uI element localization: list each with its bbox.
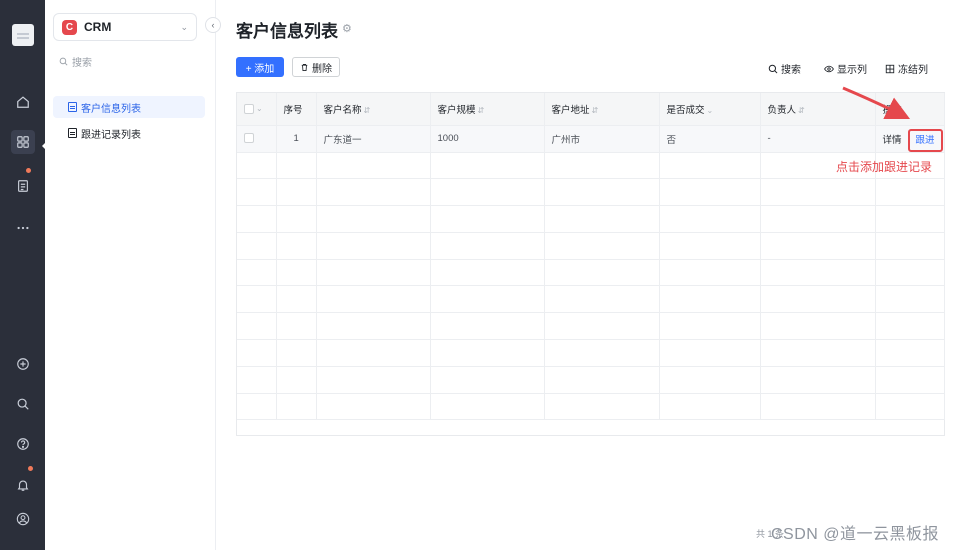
delete-button[interactable]: 删除 <box>292 57 340 77</box>
workspace-logo[interactable] <box>12 24 34 46</box>
sort-icon[interactable]: ⇵ <box>592 106 599 115</box>
column-header-actions: 操作 <box>875 93 945 126</box>
customer-table: ⌄ 序号 客户名称 ⇵ 客户规模 ⇵ 客户地址 ⇵ 是否成交 ⌄ 负责人 ⇵ 操作 1 广… <box>236 92 945 436</box>
cell-deal: 否 <box>659 125 761 153</box>
table-row <box>237 339 945 367</box>
chevron-down-icon: ⌄ <box>180 21 188 32</box>
select-all-header[interactable]: ⌄ <box>237 93 277 126</box>
search-icon <box>59 57 68 66</box>
select-all-checkbox[interactable] <box>244 103 254 114</box>
table-row <box>237 366 945 394</box>
table-row <box>237 178 945 207</box>
table-row <box>237 232 945 260</box>
sidebar-search[interactable]: 搜索 <box>59 54 92 69</box>
bell-icon[interactable] <box>11 473 35 497</box>
table-row <box>237 259 945 287</box>
chevron-down-icon: ⌄ <box>256 104 263 114</box>
freeze-columns-button[interactable]: 冻结列 <box>885 61 928 76</box>
add-circle-icon[interactable] <box>11 352 35 376</box>
column-header-scale[interactable]: 客户规模 ⇵ <box>430 93 545 126</box>
cell-name: 广东道一 <box>316 125 431 153</box>
cell-actions: 详情 跟进 <box>875 125 945 153</box>
row-select-cell[interactable] <box>237 125 277 153</box>
form-icon[interactable] <box>11 174 35 198</box>
search-icon[interactable] <box>11 392 35 416</box>
user-avatar-icon[interactable] <box>11 507 35 531</box>
search-icon <box>768 64 778 73</box>
help-icon[interactable] <box>11 432 35 456</box>
cell-index: 1 <box>276 125 317 153</box>
sort-icon[interactable]: ⇵ <box>364 106 371 115</box>
cell-owner: - <box>760 125 876 153</box>
notification-dot <box>28 466 33 471</box>
left-rail <box>0 0 47 550</box>
table-row <box>237 205 945 233</box>
app-name: CRM <box>84 20 112 34</box>
freeze-grid-icon <box>885 64 895 73</box>
settings-gear-icon[interactable]: ⚙ <box>342 22 352 35</box>
more-icon[interactable] <box>11 216 35 240</box>
sidebar-item-customer-list[interactable]: 客户信息列表 <box>53 96 205 118</box>
column-header-address[interactable]: 客户地址 ⇵ <box>544 93 660 126</box>
table-row <box>237 285 945 314</box>
app-switcher[interactable]: C CRM ⌄ <box>53 13 197 41</box>
table-header-row: ⌄ 序号 客户名称 ⇵ 客户规模 ⇵ 客户地址 ⇵ 是否成交 ⌄ 负责人 ⇵ 操作 <box>237 93 945 126</box>
search-tool-label: 搜索 <box>781 65 801 76</box>
filter-icon[interactable]: ⌄ <box>707 106 714 115</box>
delete-button-label: 删除 <box>312 63 332 75</box>
freeze-columns-label: 冻结列 <box>898 65 928 76</box>
eye-icon <box>824 65 834 72</box>
table-row <box>237 312 945 341</box>
trash-icon <box>301 63 308 71</box>
cell-address: 广州市 <box>544 125 660 153</box>
app-sidebar: C CRM ⌄ ‹ 搜索 客户信息列表 跟进记录列表 <box>45 0 221 550</box>
annotation-callout: 点击添加跟进记录 <box>836 160 933 174</box>
add-button[interactable]: + 添加 <box>236 57 284 77</box>
follow-up-link[interactable]: 跟进 <box>907 128 943 151</box>
column-header-deal[interactable]: 是否成交 ⌄ <box>659 93 761 126</box>
apps-grid-icon[interactable] <box>11 130 35 154</box>
sidebar-item-label: 客户信息列表 <box>81 103 141 115</box>
row-checkbox[interactable] <box>244 133 254 144</box>
sidebar-search-placeholder: 搜索 <box>72 58 92 69</box>
show-columns-button[interactable]: 显示列 <box>824 61 867 76</box>
main-content: 客户信息列表 ⚙ + 添加 删除 搜索 显示列 冻结列 ⌄ 序号 客户名称⇵ <box>216 0 977 550</box>
search-tool-button[interactable]: 搜索 <box>768 61 801 76</box>
page-title: 客户信息列表 <box>236 22 338 41</box>
form-icon <box>68 102 77 112</box>
cell-scale: 1000 <box>430 125 545 153</box>
column-header-name[interactable]: 客户名称 ⇵ <box>316 93 431 126</box>
home-icon[interactable] <box>11 90 35 114</box>
watermark: CSDN @道一云黑板报 <box>771 526 940 543</box>
crm-logo: C <box>62 19 77 35</box>
column-header-owner[interactable]: 负责人 ⇵ <box>760 93 876 126</box>
table-row[interactable]: 1 广东道一 1000 广州市 否 - 详情 跟进 <box>237 125 945 153</box>
notification-dot <box>26 168 31 173</box>
form-icon <box>68 128 77 138</box>
table-row <box>237 393 945 421</box>
show-columns-label: 显示列 <box>837 65 867 76</box>
column-header-index: 序号 <box>276 93 317 126</box>
sidebar-item-followup-list[interactable]: 跟进记录列表 <box>53 122 205 144</box>
sidebar-item-label: 跟进记录列表 <box>81 129 141 141</box>
detail-link[interactable]: 详情 <box>883 135 902 146</box>
sort-icon[interactable]: ⇵ <box>478 106 485 115</box>
sort-icon[interactable]: ⇵ <box>798 106 805 115</box>
